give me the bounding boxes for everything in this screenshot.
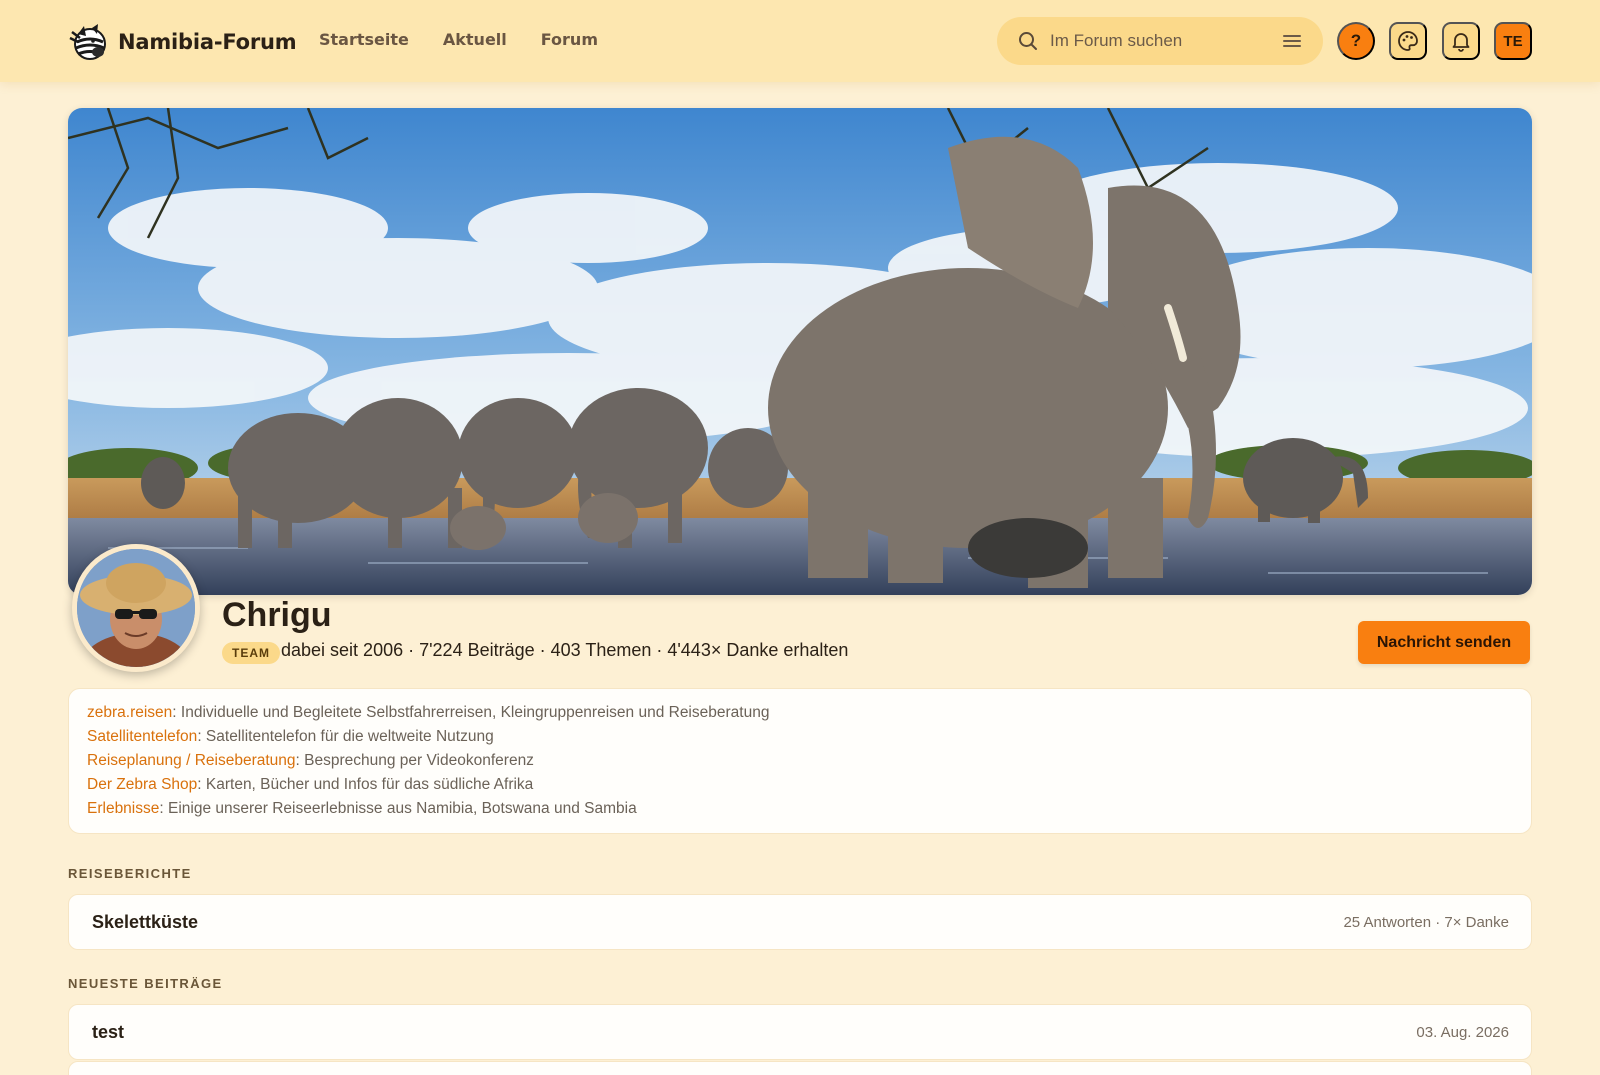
list-item[interactable]: Skelettküste 25 Antworten · 7× Danke bbox=[68, 894, 1532, 950]
nav-aktuell[interactable]: Aktuell bbox=[443, 30, 507, 49]
link-zebra-reisen[interactable]: zebra.reisen bbox=[87, 704, 172, 721]
section-label-neueste-beitraege: NEUESTE BEITRÄGE bbox=[68, 976, 223, 991]
zebra-logo-icon bbox=[69, 24, 106, 60]
theme-button[interactable] bbox=[1389, 22, 1427, 60]
top-header: Namibia-Forum Startseite Aktuell Forum ? bbox=[0, 0, 1600, 82]
bell-icon bbox=[1452, 33, 1470, 52]
site-title: Namibia-Forum bbox=[118, 30, 297, 54]
send-message-button[interactable]: Nachricht senden bbox=[1358, 621, 1530, 664]
site-logo[interactable]: Namibia-Forum bbox=[68, 22, 297, 62]
section-label-reiseberichte: REISEBERICHTE bbox=[68, 866, 192, 881]
profile-stats: dabei seit 2006 · 7'224 Beiträge · 403 T… bbox=[281, 640, 849, 660]
info-line: Erlebnisse: Einige unserer Reiseerlebnis… bbox=[87, 800, 637, 817]
filter-menu-icon[interactable] bbox=[1281, 31, 1303, 51]
list-item[interactable] bbox=[68, 1061, 1532, 1075]
list-item-meta: 03. Aug. 2026 bbox=[1416, 1024, 1509, 1041]
link-erlebnisse[interactable]: Erlebnisse bbox=[87, 800, 159, 817]
notifications-button[interactable] bbox=[1442, 22, 1480, 60]
list-item-title[interactable]: Skelettküste bbox=[92, 912, 198, 933]
nav-startseite[interactable]: Startseite bbox=[319, 30, 409, 49]
profile-signature-card: zebra.reisen: Individuelle und Begleitet… bbox=[68, 688, 1532, 834]
link-reiseplanung[interactable]: Reiseplanung / Reiseberatung bbox=[87, 752, 296, 769]
palette-icon bbox=[1398, 31, 1418, 51]
link-satellitentelefon[interactable]: Satellitentelefon bbox=[87, 728, 197, 745]
nav-forum[interactable]: Forum bbox=[541, 30, 598, 49]
list-item-meta: 25 Antworten · 7× Danke bbox=[1343, 914, 1509, 931]
help-button[interactable]: ? bbox=[1337, 22, 1375, 60]
info-line: Satellitentelefon: Satellitentelefon für… bbox=[87, 728, 494, 745]
link-zebra-shop[interactable]: Der Zebra Shop bbox=[87, 776, 197, 793]
info-line: zebra.reisen: Individuelle und Begleitet… bbox=[87, 704, 770, 721]
list-item-title[interactable]: test bbox=[92, 1022, 124, 1043]
main-nav: Startseite Aktuell Forum bbox=[319, 30, 632, 49]
profile-avatar[interactable] bbox=[72, 544, 200, 672]
team-badge: TEAM bbox=[222, 642, 280, 664]
info-line: Der Zebra Shop: Karten, Bücher und Infos… bbox=[87, 776, 534, 793]
elephants-cover-illustration bbox=[68, 108, 1532, 595]
search-bar bbox=[997, 17, 1323, 65]
search-icon[interactable] bbox=[1017, 30, 1039, 52]
search-input[interactable] bbox=[1050, 27, 1270, 55]
info-line: Reiseplanung / Reiseberatung: Besprechun… bbox=[87, 752, 534, 769]
avatar-photo-illustration bbox=[77, 549, 195, 667]
list-item[interactable]: test 03. Aug. 2026 bbox=[68, 1004, 1532, 1060]
profile-cover-image bbox=[68, 108, 1532, 595]
profile-username: Chrigu bbox=[222, 596, 332, 634]
user-menu-button[interactable]: TE bbox=[1494, 22, 1532, 60]
